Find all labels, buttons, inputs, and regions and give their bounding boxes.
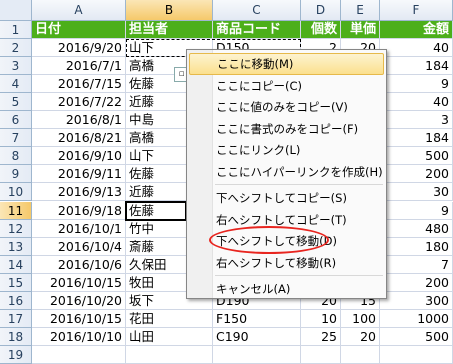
- row-header-13[interactable]: 13: [0, 237, 32, 256]
- active-cell-border: [125, 200, 187, 221]
- cell-qty[interactable]: 10: [301, 309, 341, 328]
- cell-date[interactable]: 2016/7/22: [32, 93, 126, 112]
- cell-amount[interactable]: 300: [380, 291, 453, 310]
- cell-amount[interactable]: 480: [380, 219, 453, 238]
- menu-item-2[interactable]: ここにコピー(C): [189, 75, 384, 97]
- cell-amount[interactable]: 184: [380, 57, 453, 76]
- cell-product[interactable]: [213, 345, 301, 364]
- cell-amount[interactable]: 40: [380, 93, 453, 112]
- drag-context-menu: ここに移動(M) ここにコピー(C) ここに値のみをコピー(V) ここに書式のみをコピ…: [186, 49, 387, 299]
- menu-item-10[interactable]: 右へシフトして移動(R): [189, 252, 384, 274]
- cell-date[interactable]: 2016/10/10: [32, 327, 126, 346]
- column-header-b[interactable]: B: [126, 0, 213, 21]
- row-header-6[interactable]: 6: [0, 111, 32, 130]
- menu-separator: [215, 184, 383, 185]
- row-header-18[interactable]: 18: [0, 327, 32, 346]
- cell-date[interactable]: 2016/10/15: [32, 309, 126, 328]
- cell-person[interactable]: [126, 345, 213, 364]
- cell-date[interactable]: 2016/9/20: [32, 39, 126, 58]
- cell-date[interactable]: 2016/9/18: [32, 201, 126, 220]
- select-all-corner[interactable]: [0, 0, 32, 21]
- menu-item-6[interactable]: ここにハイパーリンクを作成(H): [189, 161, 384, 183]
- highlight-circle: [209, 226, 329, 254]
- cell-product[interactable]: C190: [213, 327, 301, 346]
- cell-price[interactable]: 20: [341, 327, 380, 346]
- cell-date[interactable]: 2016/7/15: [32, 75, 126, 94]
- cell-amount[interactable]: 9: [380, 75, 453, 94]
- header-cell-price[interactable]: 単価: [341, 21, 380, 40]
- cell-price[interactable]: [341, 345, 380, 364]
- row-header-4[interactable]: 4: [0, 75, 32, 94]
- row-header-5[interactable]: 5: [0, 93, 32, 112]
- column-header-a[interactable]: A: [32, 0, 126, 21]
- cell-amount[interactable]: 1000: [380, 309, 453, 328]
- menu-separator: [215, 275, 383, 276]
- row-header-9[interactable]: 9: [0, 165, 32, 184]
- menu-item-11[interactable]: キャンセル(A): [189, 278, 384, 300]
- row-header-14[interactable]: 14: [0, 255, 32, 274]
- cell-price[interactable]: 100: [341, 309, 380, 328]
- cell-date[interactable]: 2016/9/10: [32, 147, 126, 166]
- cell-amount[interactable]: 9: [380, 201, 453, 220]
- cell-qty[interactable]: [301, 345, 341, 364]
- row-header-8[interactable]: 8: [0, 147, 32, 166]
- header-cell-amount[interactable]: 金額: [380, 21, 453, 40]
- column-header-e[interactable]: E: [341, 0, 380, 21]
- cell-date[interactable]: 2016/9/11: [32, 165, 126, 184]
- menu-item-3[interactable]: ここに値のみをコピー(V): [189, 96, 384, 118]
- cell-amount[interactable]: 7: [380, 255, 453, 274]
- cell-date[interactable]: 2016/10/1: [32, 219, 126, 238]
- header-cell-qty[interactable]: 個数: [301, 21, 341, 40]
- menu-item-5[interactable]: ここにリンク(L): [189, 139, 384, 161]
- row-header-19[interactable]: 19: [0, 345, 32, 364]
- row-header-3[interactable]: 3: [0, 57, 32, 76]
- cell-date[interactable]: 2016/10/15: [32, 273, 126, 292]
- cell-date[interactable]: 2016/10/20: [32, 291, 126, 310]
- menu-item-4[interactable]: ここに書式のみをコピー(F): [189, 118, 384, 140]
- cell-date[interactable]: 2016/10/6: [32, 255, 126, 274]
- cell-amount[interactable]: 500: [380, 327, 453, 346]
- cell-amount[interactable]: 30: [380, 183, 453, 202]
- row-header-1[interactable]: 1: [0, 21, 32, 40]
- row-header-12[interactable]: 12: [0, 219, 32, 238]
- cell-date[interactable]: 2016/8/21: [32, 129, 126, 148]
- column-header-f[interactable]: F: [380, 0, 453, 21]
- cell-date[interactable]: [32, 345, 126, 364]
- row-header-15[interactable]: 15: [0, 273, 32, 292]
- row-header-17[interactable]: 17: [0, 309, 32, 328]
- column-header-c[interactable]: C: [213, 0, 301, 21]
- cell-person[interactable]: 花田: [126, 309, 213, 328]
- cell-amount[interactable]: 200: [380, 273, 453, 292]
- menu-item-7[interactable]: 下へシフトしてコピー(S): [189, 187, 384, 209]
- header-cell-date[interactable]: 日付: [32, 21, 126, 40]
- header-cell-product[interactable]: 商品コード: [213, 21, 301, 40]
- header-cell-person[interactable]: 担当者: [126, 21, 213, 40]
- cell-qty[interactable]: 25: [301, 327, 341, 346]
- cell-amount[interactable]: 3: [380, 111, 453, 130]
- cell-date[interactable]: 2016/10/4: [32, 237, 126, 256]
- cell-amount[interactable]: 180: [380, 237, 453, 256]
- cell-person[interactable]: 山田: [126, 327, 213, 346]
- menu-item-1[interactable]: ここに移動(M): [189, 53, 384, 75]
- row-header-2[interactable]: 2: [0, 39, 32, 58]
- cell-date[interactable]: 2016/9/13: [32, 183, 126, 202]
- cell-amount[interactable]: 500: [380, 147, 453, 166]
- cell-date[interactable]: 2016/8/1: [32, 111, 126, 130]
- row-header-7[interactable]: 7: [0, 129, 32, 148]
- cell-amount[interactable]: [380, 345, 453, 364]
- cell-date[interactable]: 2016/7/1: [32, 57, 126, 76]
- row-header-16[interactable]: 16: [0, 291, 32, 310]
- row-header-10[interactable]: 10: [0, 183, 32, 202]
- cell-product[interactable]: F150: [213, 309, 301, 328]
- cell-amount[interactable]: 184: [380, 129, 453, 148]
- row-header-11[interactable]: 11: [0, 201, 32, 220]
- cell-amount[interactable]: 40: [380, 39, 453, 58]
- column-header-d[interactable]: D: [301, 0, 341, 21]
- cell-amount[interactable]: 200: [380, 165, 453, 184]
